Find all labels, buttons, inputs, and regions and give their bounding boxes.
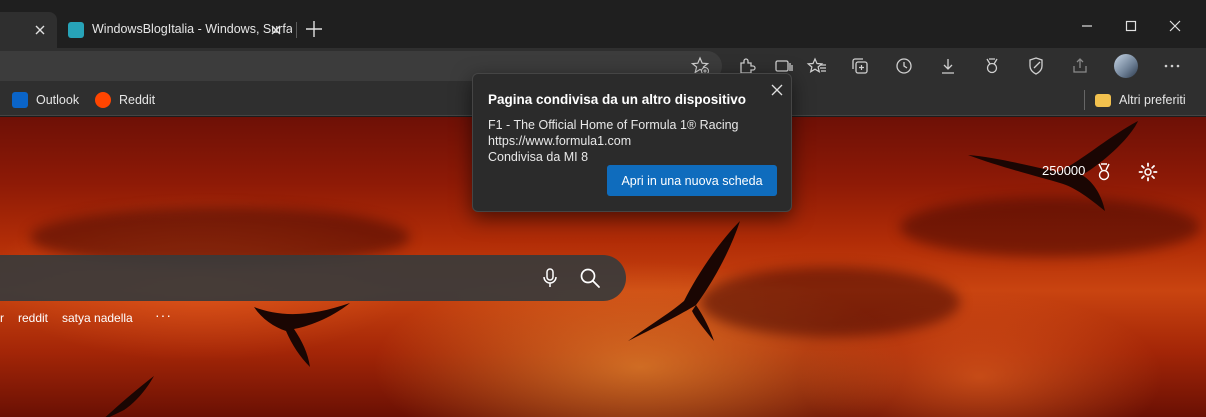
share-icon[interactable] bbox=[1068, 54, 1092, 78]
shared-page-title: F1 - The Official Home of Formula 1® Rac… bbox=[488, 118, 739, 132]
shared-page-popup: Pagina condivisa da un altro dispositivo… bbox=[472, 73, 792, 212]
other-favorites[interactable]: Altri preferiti bbox=[1095, 90, 1186, 110]
rewards-medal-icon[interactable] bbox=[1093, 161, 1115, 183]
collections-icon[interactable] bbox=[848, 54, 872, 78]
close-icon[interactable] bbox=[266, 20, 286, 40]
microphone-icon[interactable] bbox=[538, 266, 562, 290]
rewards-points[interactable]: 250000 bbox=[1042, 163, 1085, 178]
bird-silhouette bbox=[105, 376, 154, 417]
close-icon[interactable] bbox=[30, 20, 50, 40]
rewards-icon[interactable] bbox=[980, 54, 1004, 78]
settings-gear-icon[interactable] bbox=[1137, 161, 1159, 183]
minimize-icon[interactable] bbox=[1075, 14, 1099, 38]
tab-windowsblogitalia[interactable]: WindowsBlogItalia - Windows, Surface, Xb… bbox=[58, 12, 298, 48]
maximize-icon[interactable] bbox=[1119, 14, 1143, 38]
favorites-separator bbox=[1084, 90, 1085, 110]
tab-title: WindowsBlogItalia - Windows, Surface, Xb… bbox=[92, 22, 292, 36]
search-icon[interactable] bbox=[578, 266, 602, 290]
trending-item[interactable]: r bbox=[0, 311, 4, 325]
close-window-icon[interactable] bbox=[1163, 14, 1187, 38]
outlook-icon bbox=[12, 92, 28, 108]
downloads-icon[interactable] bbox=[936, 54, 960, 78]
bird-silhouette bbox=[254, 303, 350, 367]
performance-icon[interactable] bbox=[1024, 54, 1048, 78]
plus-icon[interactable] bbox=[303, 18, 325, 40]
favorite-reddit[interactable]: Reddit bbox=[95, 90, 155, 110]
popup-title: Pagina condivisa da un altro dispositivo bbox=[488, 92, 747, 107]
profile-avatar[interactable] bbox=[1114, 54, 1138, 78]
favorites-icon[interactable] bbox=[805, 54, 829, 78]
folder-icon bbox=[1095, 93, 1111, 107]
title-bar: WindowsBlogItalia - Windows, Surface, Xb… bbox=[0, 0, 1206, 48]
shared-by: Condivisa da MI 8 bbox=[488, 150, 589, 164]
trending-more[interactable]: ··· bbox=[155, 307, 172, 323]
trending-item[interactable]: satya nadella bbox=[62, 311, 133, 325]
tab-separator bbox=[296, 22, 297, 38]
other-favorites-label: Altri preferiti bbox=[1119, 93, 1186, 107]
favorite-label: Reddit bbox=[119, 93, 156, 107]
trending-item[interactable]: reddit bbox=[18, 311, 48, 325]
windowsblogitalia-favicon bbox=[68, 22, 84, 38]
favorite-outlook[interactable]: Outlook bbox=[12, 90, 79, 110]
favorite-label: Outlook bbox=[36, 93, 80, 107]
reddit-icon bbox=[95, 92, 111, 108]
more-icon[interactable] bbox=[1160, 54, 1184, 78]
tab-previous[interactable] bbox=[0, 12, 57, 48]
shared-page-url: https://www.formula1.com bbox=[488, 134, 632, 148]
history-icon[interactable] bbox=[892, 54, 916, 78]
close-icon[interactable] bbox=[767, 80, 787, 100]
search-box[interactable] bbox=[0, 255, 626, 301]
open-in-new-tab-button[interactable]: Apri in una nuova scheda bbox=[607, 165, 777, 196]
